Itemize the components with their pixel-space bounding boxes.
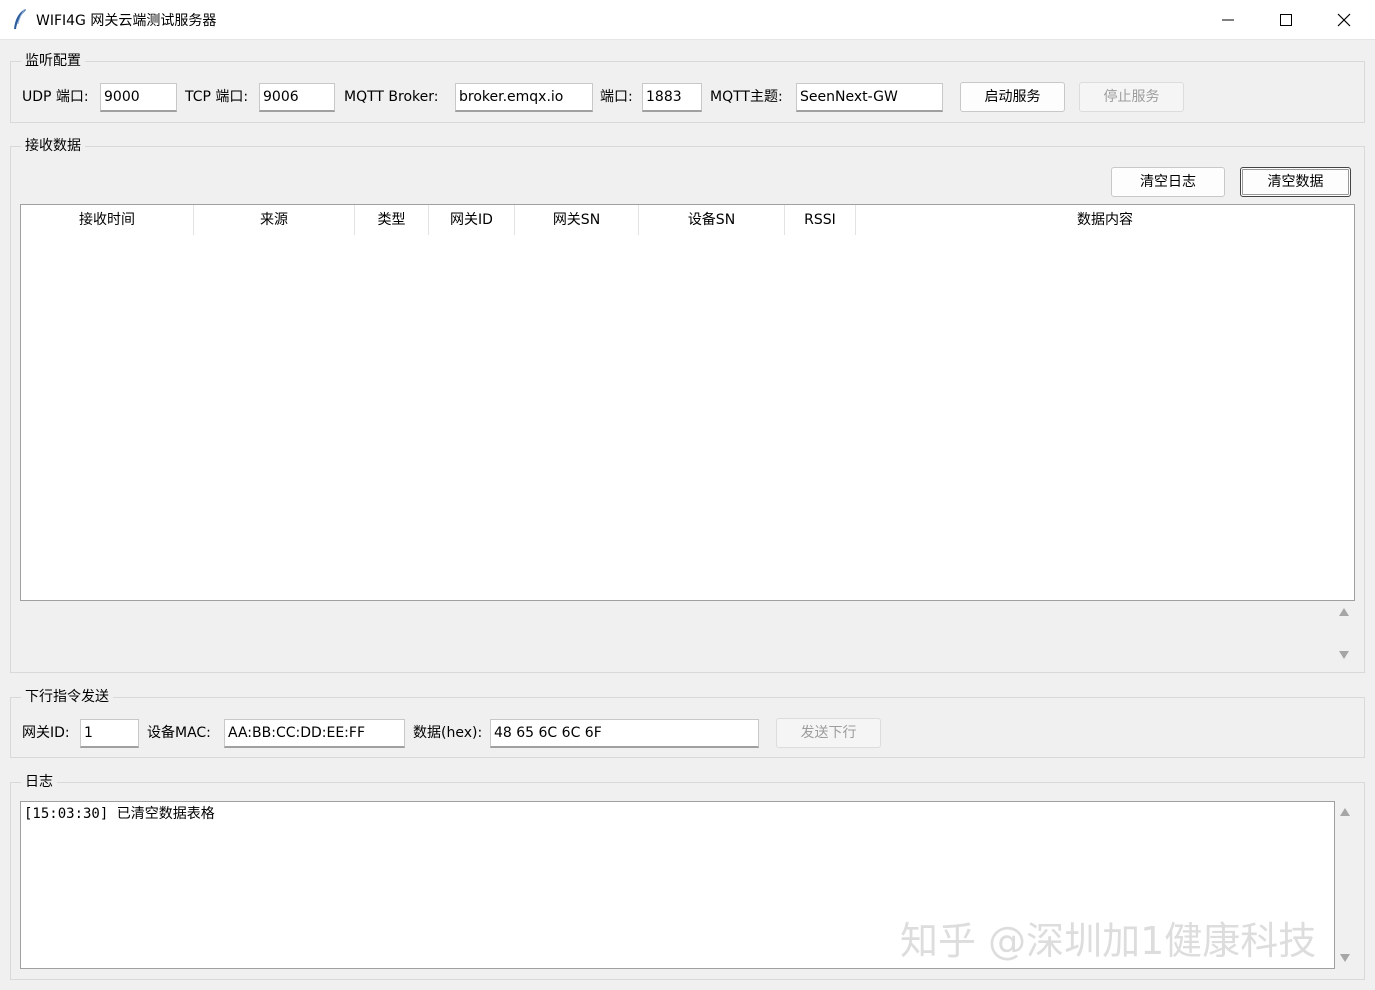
udp-port-input[interactable]: 9000 (100, 83, 177, 112)
gateway-id-input[interactable]: 1 (80, 719, 139, 748)
log-scrollbar[interactable] (1335, 801, 1355, 969)
close-button[interactable] (1315, 0, 1373, 40)
data-hex-input[interactable]: 48 65 6C 6C 6F (490, 719, 759, 748)
column-header-time[interactable]: 接收时间 (21, 205, 194, 235)
close-icon (1337, 13, 1351, 27)
tcp-port-label: TCP 端口: (185, 89, 249, 105)
scroll-down-arrow-icon[interactable] (1339, 651, 1349, 659)
mqtt-topic-input[interactable]: SeenNext-GW (796, 83, 943, 112)
device-mac-input[interactable]: AA:BB:CC:DD:EE:FF (224, 719, 405, 748)
scroll-up-arrow-icon[interactable] (1339, 608, 1349, 616)
mqtt-port-label: 端口: (600, 89, 633, 105)
column-header-data-content[interactable]: 数据内容 (856, 205, 1354, 235)
data-hex-label: 数据(hex): (413, 725, 483, 741)
table-header: 接收时间 来源 类型 网关ID 网关SN 设备SN RSSI 数据内容 (21, 205, 1354, 235)
udp-port-label: UDP 端口: (22, 89, 89, 105)
mqtt-topic-label: MQTT主题: (710, 89, 783, 105)
column-header-gateway-sn[interactable]: 网关SN (515, 205, 639, 235)
data-table[interactable]: 接收时间 来源 类型 网关ID 网关SN 设备SN RSSI 数据内容 (20, 204, 1355, 601)
mqtt-broker-label: MQTT Broker: (344, 89, 439, 105)
stop-service-button[interactable]: 停止服务 (1079, 82, 1184, 112)
gateway-id-label: 网关ID: (22, 725, 70, 741)
maximize-icon (1280, 14, 1292, 26)
mqtt-port-input[interactable]: 1883 (642, 83, 702, 112)
zhihu-watermark: 知乎 @深圳加1健康科技 (900, 919, 1317, 963)
receive-data-legend: 接收数据 (21, 135, 85, 155)
tcp-port-input[interactable]: 9006 (259, 83, 335, 112)
mqtt-broker-input[interactable]: broker.emqx.io (455, 83, 593, 112)
column-header-device-sn[interactable]: 设备SN (639, 205, 785, 235)
device-mac-label: 设备MAC: (147, 725, 211, 741)
column-header-gateway-id[interactable]: 网关ID (429, 205, 515, 235)
start-service-button[interactable]: 启动服务 (960, 82, 1065, 112)
log-legend: 日志 (21, 771, 57, 791)
clear-data-button[interactable]: 清空数据 (1240, 167, 1351, 197)
listen-config-legend: 监听配置 (21, 50, 85, 70)
column-header-type[interactable]: 类型 (355, 205, 429, 235)
minimize-icon (1222, 19, 1234, 21)
feather-icon (14, 8, 26, 29)
log-scroll-down-arrow-icon[interactable] (1340, 954, 1350, 962)
log-scroll-up-arrow-icon[interactable] (1340, 808, 1350, 816)
column-header-rssi[interactable]: RSSI (785, 205, 856, 235)
clear-log-button[interactable]: 清空日志 (1111, 167, 1225, 197)
send-downlink-button[interactable]: 发送下行 (776, 718, 881, 748)
downlink-legend: 下行指令发送 (21, 686, 113, 706)
table-scrollbar[interactable] (1334, 601, 1354, 667)
minimize-button[interactable] (1199, 0, 1257, 40)
window-title: WIFI4G 网关云端测试服务器 (36, 13, 217, 29)
column-header-source[interactable]: 来源 (194, 205, 355, 235)
title-bar: WIFI4G 网关云端测试服务器 (0, 0, 1375, 40)
maximize-button[interactable] (1257, 0, 1315, 40)
